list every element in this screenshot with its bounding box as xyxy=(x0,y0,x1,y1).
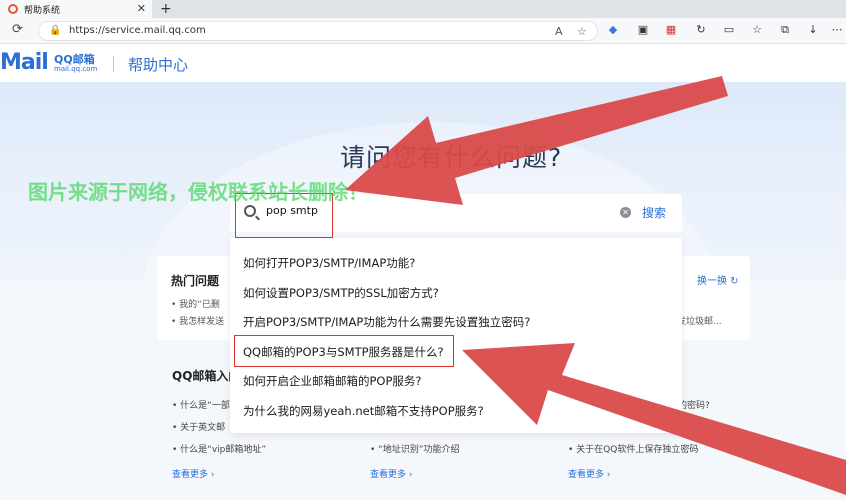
refresh-icon[interactable]: ⟳ xyxy=(12,22,23,37)
tabs-icon[interactable]: ⧉ xyxy=(778,23,792,37)
read-aloud-icon[interactable]: A xyxy=(555,25,563,38)
download-icon[interactable]: ↓ xyxy=(806,23,820,37)
header-divider xyxy=(113,56,114,72)
hot-question-item[interactable]: • 我怎样发送 xyxy=(171,314,224,327)
intro-item[interactable]: • 关于在QQ软件上保存独立密码 xyxy=(568,442,698,455)
collections-icon[interactable]: ▣ xyxy=(636,23,650,37)
suggestion-item[interactable]: 如何开启企业邮箱邮箱的POP服务? xyxy=(243,373,422,389)
intro-item[interactable]: • 什么是“一部 xyxy=(172,398,230,411)
intro-item[interactable]: • 什么是“vip邮箱地址” xyxy=(172,442,266,455)
lock-icon: 🔒 xyxy=(49,25,62,36)
tab-title: 帮助系统 xyxy=(24,5,61,16)
intro-item[interactable]: • 关于英文邮 xyxy=(172,420,225,433)
hot-question-item[interactable]: 发垃圾邮... xyxy=(677,314,722,327)
suggestion-item[interactable]: 开启POP3/SMTP/IMAP功能为什么需要先设置独立密码? xyxy=(243,314,530,330)
shield-icon[interactable]: ◆ xyxy=(606,23,620,37)
extension-icon[interactable]: ▦ xyxy=(664,23,678,37)
hot-questions-title: 热门问题 xyxy=(171,274,220,288)
intro-item[interactable]: • “地址识别”功能介绍 xyxy=(370,442,460,455)
logo-mail-text[interactable]: Mail xyxy=(0,50,49,75)
favicon-icon xyxy=(8,4,18,14)
hot-question-item[interactable]: • 我的“已删 xyxy=(171,297,220,310)
more-icon[interactable]: ⋯ xyxy=(830,23,844,37)
url-field[interactable]: 🔒 https://service.mail.qq.com A ☆ xyxy=(38,21,598,41)
refresh-ext-icon[interactable]: ↻ xyxy=(694,23,708,37)
intro-item[interactable]: 的密码? xyxy=(678,398,710,411)
hero-title: 请问您有什么问题? xyxy=(340,143,563,172)
logo-domain-text: mail.qq.com xyxy=(54,65,98,73)
close-tab-icon[interactable]: ✕ xyxy=(137,2,146,15)
see-more-link[interactable]: 查看更多 › xyxy=(172,467,214,480)
url-text: https://service.mail.qq.com xyxy=(69,25,206,36)
new-tab-button[interactable]: + xyxy=(160,0,172,18)
site-header: Mail QQ邮箱 mail.qq.com 帮助中心 xyxy=(0,44,846,82)
watermark-text: 图片来源于网络，侵权联系站长删除！ xyxy=(28,180,368,204)
browser-tab-bar: 帮助系统 ✕ + xyxy=(0,0,846,18)
see-more-link[interactable]: 查看更多 › xyxy=(568,467,610,480)
browser-tab[interactable]: 帮助系统 ✕ xyxy=(0,0,152,18)
clear-icon[interactable]: ✕ xyxy=(620,207,631,218)
page-title[interactable]: 帮助中心 xyxy=(128,54,188,75)
suggestion-item[interactable]: 为什么我的网易yeah.net邮箱不支持POP服务? xyxy=(243,403,484,419)
annotation-box-suggestion xyxy=(234,335,454,367)
search-button[interactable]: 搜索 xyxy=(642,204,666,221)
see-more-link[interactable]: 查看更多 › xyxy=(370,467,412,480)
favorites-icon[interactable]: ☆ xyxy=(750,23,764,37)
favorite-add-icon[interactable]: ☆ xyxy=(577,25,587,38)
split-screen-icon[interactable]: ▭ xyxy=(722,23,736,37)
address-bar-row: ⟳ 🔒 https://service.mail.qq.com A ☆ ◆ ▣ … xyxy=(0,18,846,44)
suggestion-item[interactable]: 如何设置POP3/SMTP的SSL加密方式? xyxy=(243,285,439,301)
suggestion-item[interactable]: 如何打开POP3/SMTP/IMAP功能? xyxy=(243,255,415,271)
refresh-button[interactable]: 换一换 ↻ xyxy=(697,272,739,287)
